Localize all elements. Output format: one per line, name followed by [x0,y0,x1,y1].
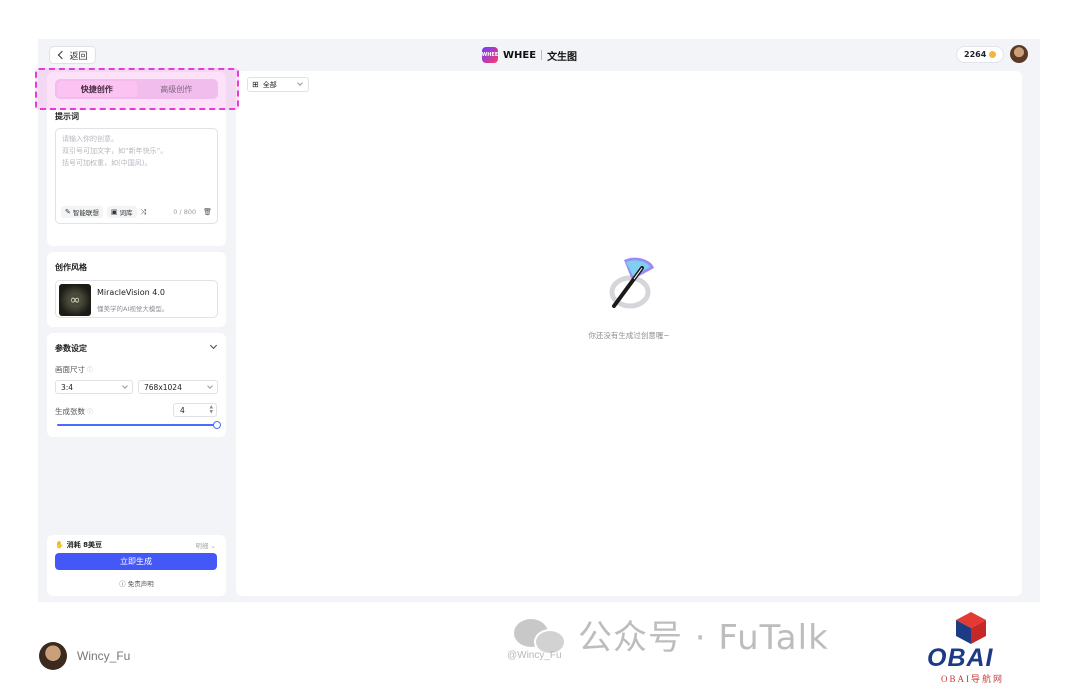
chevron-down-icon [122,383,128,389]
resolution-value: 768x1024 [144,382,182,392]
empty-state-text: 你还没有生成过创意喔~ [588,331,670,340]
params-card: 参数设定 画面尺寸 ⓘ 3:4 768x1024 生成张数 ⓘ 4 ▲ ▼ [47,333,226,437]
info-icon[interactable]: ⓘ [87,409,93,416]
back-button[interactable]: 返回 [49,46,96,64]
prompt-input[interactable]: 请输入你的创意。 双引号可加文字，如“新年快乐”。 括号可加权重，如(中国风)。… [55,128,218,224]
cost-row: ✋ 消耗 8美豆 [55,540,102,550]
generate-card: ✋ 消耗 8美豆 明细 ⌄ 立即生成 ⓘ 免责声明 [47,535,226,596]
slider-fill [57,424,217,426]
disclaimer-link[interactable]: ⓘ 免责声明 [47,578,226,588]
watermark-handle: @Wincy_Fu [507,650,562,661]
slider-handle[interactable] [213,421,221,429]
brand: WHEE WHEE 文生图 [482,45,577,65]
detail-label: 明细 [195,542,209,550]
results-area: ⊞ 全部 你还没有生成过创意喔~ [236,71,1022,596]
watermark-text: 公众号 · FuTalk [578,618,829,658]
prompt-placeholder-line: 括号可加权重，如(中国风)。 [62,159,152,167]
obai-text: OBAI [927,644,994,672]
cube-logo-icon [956,612,986,644]
infinity-logo-icon: ∞ [59,284,91,316]
word-library-button[interactable]: ▣ 词库 [106,206,137,218]
detail-link[interactable]: 明细 ⌄ [195,540,216,550]
count-label: 生成张数 [55,407,85,416]
char-counter: 0 / 800 [173,208,197,216]
chevron-down-icon [297,80,303,86]
user-avatar[interactable] [1010,45,1028,63]
model-description: 懂美学的AI视觉大模型。 [97,305,169,313]
book-icon: ▣ [110,208,118,216]
credits-badge[interactable]: 2264 [956,46,1005,63]
author-avatar [39,642,67,670]
trash-icon[interactable]: 🗑 [203,208,212,216]
word-library-label: 词库 [119,209,133,217]
whee-logo-icon: WHEE [482,47,498,63]
obai-logo: OBAI OBAI导航网 [875,602,1040,692]
smart-assoc-label: 智能联想 [72,209,99,217]
prompt-placeholder-line: 请输入你的创意。 [62,135,118,143]
app-window: 返回 WHEE WHEE 文生图 2264 快捷创作 高级创作 提示词 请输入你… [38,39,1040,602]
filter-select[interactable]: ⊞ 全部 [247,77,309,92]
divider [541,50,543,60]
bean-icon [989,51,997,58]
paintbrush-icon [609,257,654,309]
style-card: 创作风格 ∞ MiracleVision 4.0 懂美学的AI视觉大模型。 [47,252,226,327]
info-icon[interactable]: ⓘ [87,367,93,374]
chevron-down-icon[interactable] [209,341,218,350]
info-icon: ⓘ [119,580,126,588]
grid-icon: ⊞ [252,80,259,89]
smart-assoc-button[interactable]: ✎ 智能联想 [61,206,103,218]
count-slider[interactable] [57,421,221,429]
tag-icon: ✎ [65,208,71,216]
chevron-down-icon [207,383,213,389]
stepper-arrows-icon[interactable]: ▲ ▼ [210,405,213,415]
size-label-row: 画面尺寸 ⓘ [55,364,93,375]
credits-count: 2264 [964,50,987,59]
prompt-toolbar: ✎ 智能联想 ▣ 词库 ⤨ 0 / 800 🗑 [61,206,212,218]
obai-subtext: OBAI导航网 [941,674,1004,684]
style-title: 创作风格 [55,263,87,272]
ratio-select[interactable]: 3:4 [55,380,133,394]
page-title: 文生图 [547,51,578,63]
prompt-title: 提示词 [55,112,79,121]
model-selector[interactable]: ∞ MiracleVision 4.0 懂美学的AI视觉大模型。 [55,280,218,318]
generate-button[interactable]: 立即生成 [55,553,217,570]
model-name: MiracleVision 4.0 [97,288,165,297]
prompt-placeholder-line: 双引号可加文字，如“新年快乐”。 [62,147,168,155]
cost-label: 消耗 8美豆 [66,541,103,549]
brand-name: WHEE [503,49,537,61]
count-value: 4 [180,405,185,415]
params-title: 参数设定 [55,344,87,353]
count-label-row: 生成张数 ⓘ [55,406,93,417]
bean-icon: ✋ [55,541,64,549]
author-name: Wincy_Fu [77,649,131,663]
size-label: 画面尺寸 [55,365,85,374]
resolution-select[interactable]: 768x1024 [138,380,218,394]
back-label: 返回 [69,51,88,62]
chevron-left-icon [58,50,67,60]
ratio-value: 3:4 [61,382,74,392]
filter-value: 全部 [262,80,277,89]
shuffle-icon[interactable]: ⤨ [141,208,147,217]
count-stepper[interactable]: 4 ▲ ▼ [173,403,217,417]
disclaimer-label: 免责声明 [127,580,154,588]
highlight-annotation [35,68,239,110]
